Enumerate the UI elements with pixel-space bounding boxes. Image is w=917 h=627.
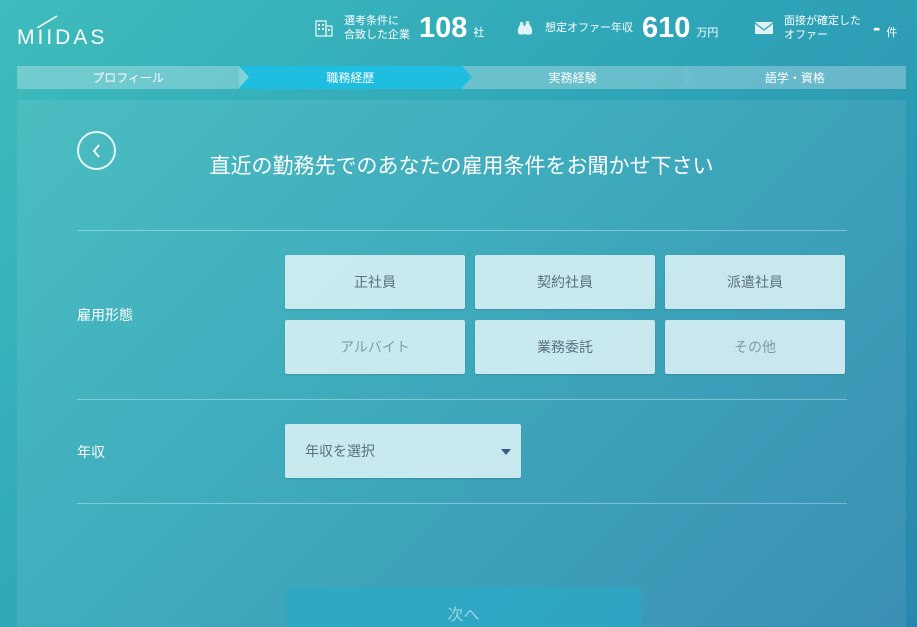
employment-type-label: 雇用形態 [77,308,133,324]
stat-value: 610 [642,11,691,44]
step-arrow-icon [461,66,472,88]
stat-label: 想定オファー年収 [545,21,633,35]
page-title: 直近の勤務先でのあなたの雇用条件をお聞かせ下さい [209,154,714,178]
step-profile[interactable]: プロフィール [17,66,250,89]
stat-label-line2: オファー [784,28,828,41]
step-language-qualifications[interactable]: 語学・資格 [683,66,906,89]
next-button[interactable]: 次へ [286,587,641,627]
step-label: プロフィール [92,71,164,85]
stat-value: 108 [419,11,468,44]
step-label: 語学・資格 [764,71,825,85]
logo-text: MIIDAS [17,26,108,49]
step-work-history[interactable]: 職務経歴 [239,66,472,89]
step-label: 職務経歴 [326,71,375,85]
annual-income-select[interactable]: 年収を選択 [285,424,521,478]
stat-label: 選考条件に 合致した企業 [344,14,410,42]
stat-label-line2: 合致した企業 [344,28,410,41]
option-other[interactable]: その他 [665,320,845,374]
select-placeholder: 年収を選択 [305,444,375,460]
step-arrow-icon [239,66,250,88]
divider [77,230,847,231]
divider [77,399,847,400]
building-icon [314,18,334,38]
option-contract-employee[interactable]: 契約社員 [475,255,655,309]
stat-label-line1: 選考条件に [344,14,399,27]
option-part-time[interactable]: アルバイト [285,320,465,374]
stat-unit: 件 [886,26,898,39]
stat-unit: 万円 [696,26,719,39]
stat-label-line1: 想定オファー年収 [545,21,633,34]
stat-confirmed-interviews: 面接が確定した オファー - 件 [754,10,897,46]
annual-income-label: 年収 [77,445,105,461]
option-dispatched-employee[interactable]: 派遣社員 [665,255,845,309]
step-label: 実務経験 [548,71,597,85]
stat-value: - [873,15,881,40]
form-card: 直近の勤務先でのあなたの雇用条件をお聞かせ下さい 雇用形態 正社員 契約社員 派… [17,100,906,627]
stat-label-line1: 面接が確定した [784,14,861,27]
step-work-experience[interactable]: 実務経験 [461,66,694,89]
header: MIIDAS 選考条件に 合致した企業 108 社 想定オファー年収 610 万… [0,0,917,62]
caret-down-icon [501,449,511,455]
option-regular-employee[interactable]: 正社員 [285,255,465,309]
stat-expected-offer-income: 想定オファー年収 610 万円 [515,10,718,46]
divider [77,503,847,504]
option-contractor[interactable]: 業務委託 [475,320,655,374]
mail-icon [754,18,774,38]
stat-unit: 社 [473,26,485,39]
stat-label: 面接が確定した オファー [784,14,861,42]
money-bag-icon [515,18,535,38]
step-arrow-icon [683,66,694,88]
progress-steps: プロフィール 職務経歴 実務経験 語学・資格 [17,66,906,89]
logo[interactable]: MIIDAS [17,14,137,49]
stat-matched-companies: 選考条件に 合致した企業 108 社 [314,10,484,46]
